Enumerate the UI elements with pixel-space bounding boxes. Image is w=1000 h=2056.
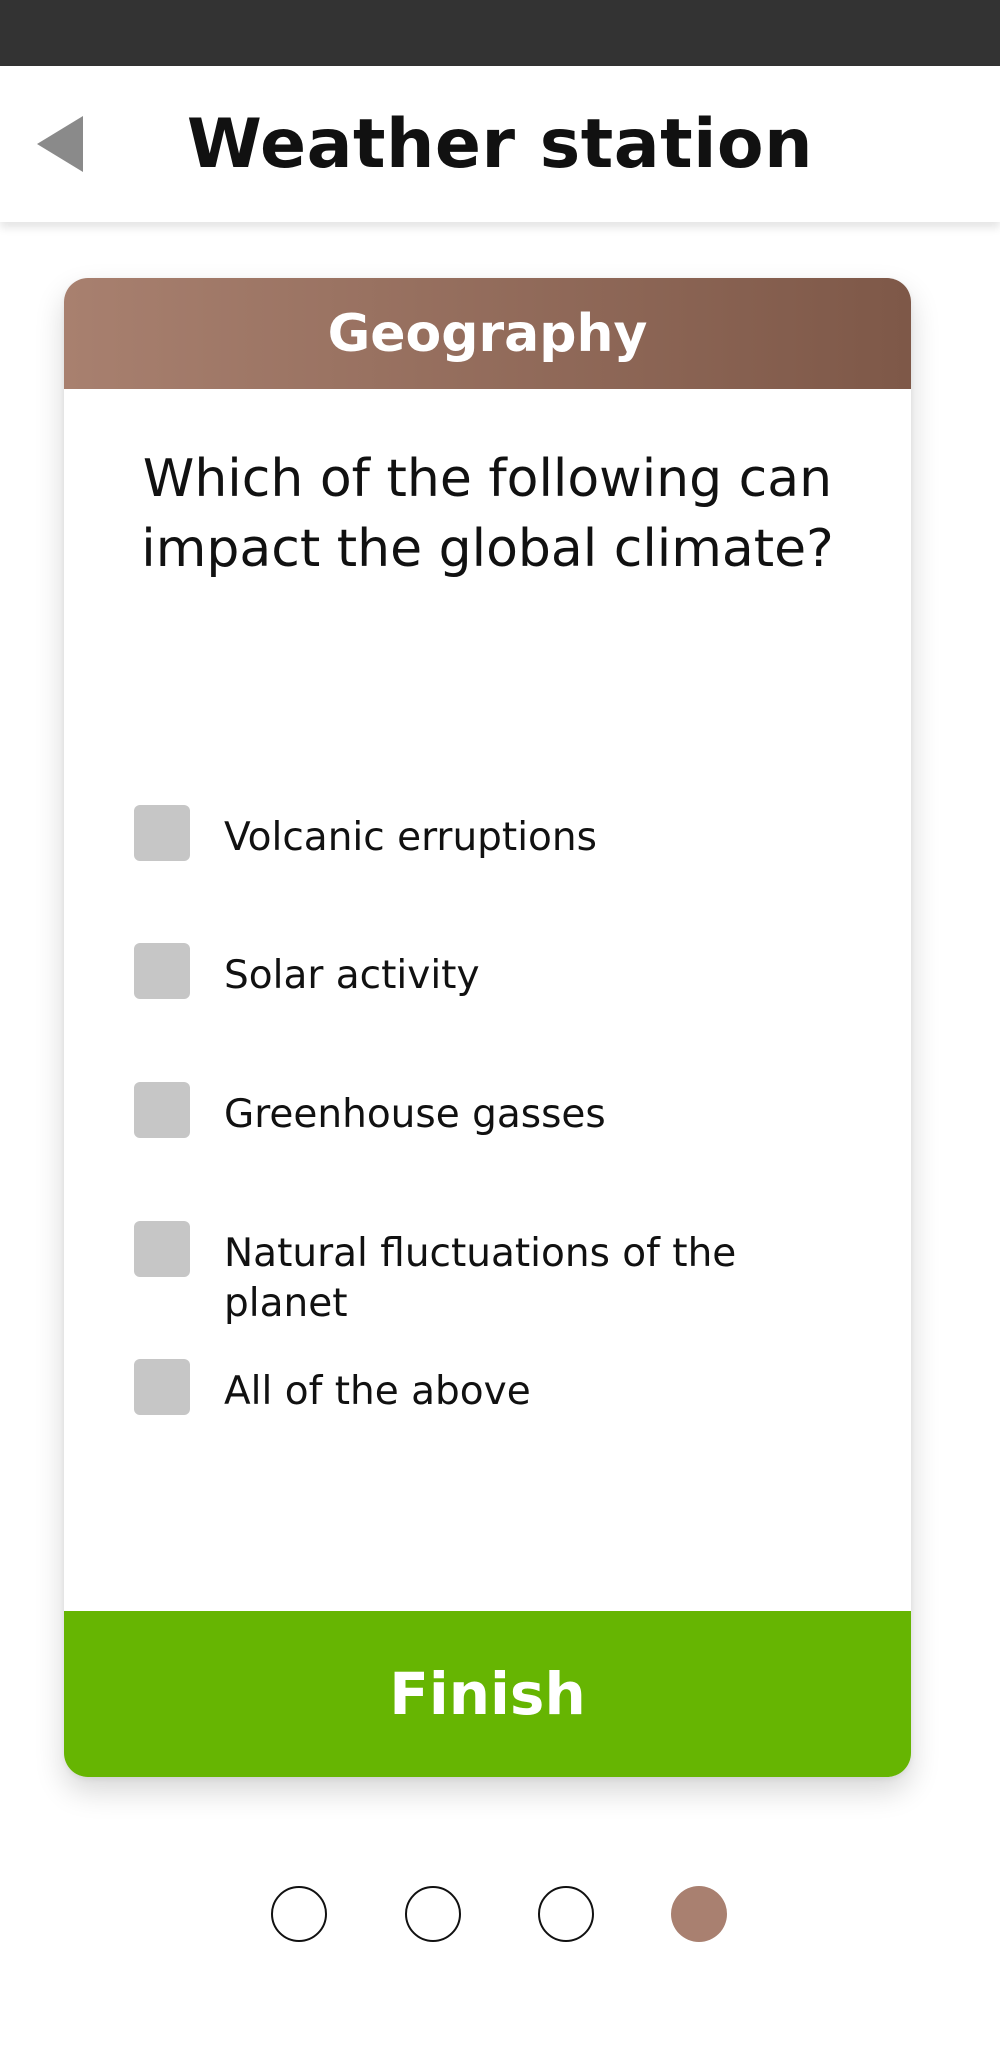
option-label: Greenhouse gasses — [224, 1092, 606, 1137]
checkbox[interactable] — [134, 1082, 190, 1138]
option-label: Natural fluctuations of the planet — [224, 1231, 737, 1326]
pagination-dots — [0, 1886, 1000, 1946]
option-label: All of the above — [224, 1369, 531, 1414]
status-bar — [0, 0, 1000, 66]
checkbox[interactable] — [134, 1221, 190, 1277]
finish-button[interactable]: Finish — [64, 1611, 911, 1777]
category-header: Geography — [64, 278, 911, 389]
option-volcanic-eruptions[interactable]: Volcanic erruptions — [134, 805, 854, 863]
back-button[interactable] — [30, 110, 90, 178]
option-natural-fluctuations[interactable]: Natural fluctuations of the planet — [134, 1221, 854, 1329]
page-title: Weather station — [186, 104, 814, 184]
checkbox[interactable] — [134, 1359, 190, 1415]
page-dot-3[interactable] — [538, 1886, 594, 1942]
page-dot-2[interactable] — [405, 1886, 461, 1942]
page-dot-4[interactable] — [671, 1886, 727, 1942]
quiz-card: Geography Which of the following can imp… — [64, 278, 911, 1777]
question-text: Which of the following can impact the gl… — [141, 449, 834, 579]
option-label: Solar activity — [224, 953, 480, 998]
option-greenhouse-gasses[interactable]: Greenhouse gasses — [134, 1082, 854, 1140]
back-triangle-icon — [37, 116, 83, 172]
option-all-of-the-above[interactable]: All of the above — [134, 1359, 854, 1417]
checkbox[interactable] — [134, 805, 190, 861]
app-header: Weather station — [0, 66, 1000, 222]
checkbox[interactable] — [134, 943, 190, 999]
page-dot-1[interactable] — [271, 1886, 327, 1942]
option-label: Volcanic erruptions — [224, 815, 597, 860]
option-solar-activity[interactable]: Solar activity — [134, 943, 854, 1001]
